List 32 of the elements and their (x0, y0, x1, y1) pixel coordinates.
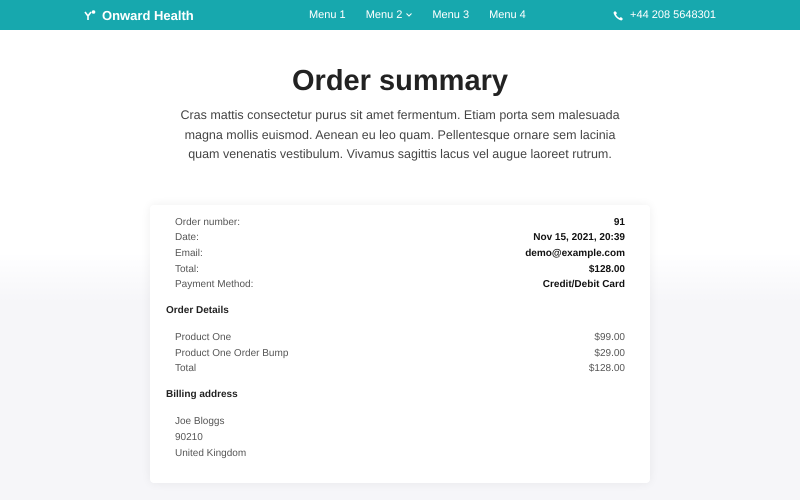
item-price: $29.00 (594, 346, 625, 361)
field-value: Credit/Debit Card (542, 278, 625, 292)
field-label: Payment Method: (175, 278, 254, 292)
field-label: Date: (175, 231, 199, 246)
page-title: Order summary (291, 64, 509, 98)
menu-item[interactable]: Menu 3 (432, 9, 470, 21)
menu-item[interactable]: Menu 2 (366, 9, 412, 21)
brand-name[interactable]: Onward Health (102, 8, 194, 22)
address-line: United Kingdom (174, 446, 248, 461)
phone-icon (613, 10, 624, 20)
intro-paragraph: Cras mattis consectetur purus sit amet fermentum. Etiam porta sem malesuada magna mollis euismod. Aenean eu leo quam. Pellentesque ornare sem lacinia quam venenatis vestibulum. Vivamus sagittis lacus vel augue laoreet rutrum. (179, 107, 621, 163)
field-value: 91 (614, 216, 625, 230)
item-name: Product One (175, 331, 232, 346)
menu-item[interactable]: Menu 1 (308, 9, 346, 21)
item-name: Product One Order Bump (175, 346, 288, 361)
item-name: Total (175, 362, 196, 376)
menu-item[interactable]: Menu 4 (489, 9, 526, 21)
logo-icon (84, 10, 96, 20)
field-value: Nov 15, 2021, 20:39 (533, 231, 625, 246)
section-heading: Billing address (166, 389, 239, 400)
field-value: demo@example.com (525, 246, 625, 261)
field-label: Order number: (175, 216, 240, 230)
caret-icon (406, 13, 412, 17)
section-heading: Order Details (166, 305, 230, 316)
field-label: Total: (175, 262, 199, 277)
item-price: $99.00 (594, 331, 625, 346)
field-value: $128.00 (588, 262, 625, 277)
field-label: Email: (175, 246, 203, 261)
phone-number[interactable]: +44 208 5648301 (630, 9, 716, 21)
address-line: Joe Bloggs (174, 415, 226, 430)
address-line: 90210 (174, 430, 204, 445)
item-price: $128.00 (588, 362, 625, 376)
